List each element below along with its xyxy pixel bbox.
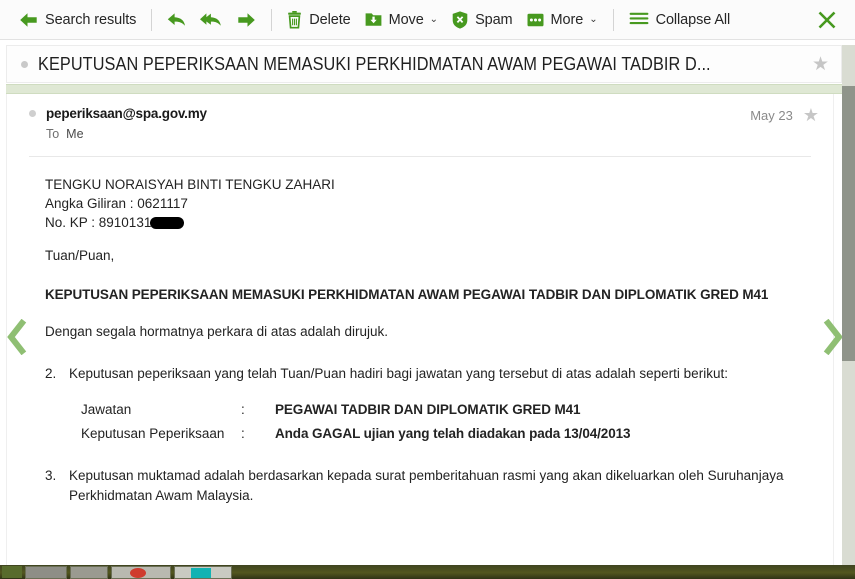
taskbar-item-3-icon (130, 567, 146, 578)
detail-colon-jawatan: : (241, 402, 245, 418)
detail-key-keputusan: Keputusan Peperiksaan (81, 425, 225, 441)
message-pane: peperiksaan@spa.gov.my May 23 ★ To Me TE… (6, 94, 834, 565)
redaction-bar (150, 217, 185, 230)
message-star-icon[interactable]: ★ (803, 106, 819, 124)
shield-x-icon (452, 10, 468, 29)
spam-button[interactable]: Spam (445, 5, 519, 35)
move-label: Move (388, 11, 424, 28)
folder-download-icon (365, 11, 382, 28)
no-kp-value: No. KP : 8910131 (45, 215, 152, 231)
recipient-block: TENGKU NORAISYAH BINTI TENGKU ZAHARI Ang… (45, 175, 811, 232)
subject-header[interactable]: KEPUTUSAN PEPERIKSAAN MEMASUKI PERKHIDMA… (6, 45, 842, 83)
chevron-right-icon (822, 318, 844, 356)
paragraph-2-number: 2. (45, 366, 57, 382)
message-date: May 23 (750, 107, 793, 123)
move-button[interactable]: Move ⌄ (358, 5, 445, 35)
trash-icon (287, 10, 302, 29)
reply-icon (167, 12, 186, 28)
thread-marker-dot (21, 60, 28, 68)
collapse-all-button[interactable]: Collapse All (622, 5, 738, 35)
salutation: Tuan/Puan, (45, 248, 115, 264)
vertical-scrollbar-thumb[interactable] (842, 86, 855, 361)
toolbar-divider-3 (612, 8, 614, 31)
close-x-icon (816, 9, 838, 31)
recipient-row: To Me (29, 127, 817, 141)
detail-row-keputusan: Keputusan Peperiksaan : Anda GAGAL ujian… (81, 424, 811, 444)
detail-value-keputusan: Anda GAGAL ujian yang telah diadakan pad… (275, 425, 631, 441)
to-label: To (46, 127, 60, 141)
header-accent-band (6, 84, 842, 94)
paragraph-2: 2. Keputusan peperiksaan yang telah Tuan… (45, 364, 811, 384)
os-taskbar (0, 565, 855, 579)
sender-address[interactable]: peperiksaan@spa.gov.my (46, 106, 207, 121)
angka-giliran: Angka Giliran : 0621117 (45, 196, 188, 212)
reply-all-icon (200, 12, 223, 28)
message-body: TENGKU NORAISYAH BINTI TENGKU ZAHARI Ang… (7, 157, 833, 565)
dots-icon (527, 13, 544, 27)
toolbar: Search results Delete Move ⌄ Spam More ⌄… (0, 0, 855, 40)
detail-value-jawatan: PEGAWAI TADBIR DAN DIPLOMATIK GRED M41 (275, 402, 581, 418)
chevron-down-icon: ⌄ (429, 13, 439, 25)
paragraph-3-number: 3. (45, 467, 57, 483)
back-to-search-results-button[interactable]: Search results (12, 5, 143, 35)
forward-arrow-icon (237, 12, 256, 28)
more-label: More (550, 11, 584, 28)
spam-label: Spam (475, 11, 513, 28)
forward-button[interactable] (230, 5, 263, 35)
collapse-all-label: Collapse All (655, 11, 731, 28)
paragraph-3-text: Keputusan muktamad adalah berdasarkan ke… (69, 467, 784, 504)
taskbar-item-2[interactable] (70, 565, 108, 579)
paragraph-3: 3. Keputusan muktamad adalah berdasarkan… (45, 466, 811, 507)
detail-row-jawatan: Jawatan : PEGAWAI TADBIR DAN DIPLOMATIK … (81, 400, 811, 420)
message-header: peperiksaan@spa.gov.my May 23 ★ To Me (7, 94, 833, 146)
taskbar-item-3[interactable] (111, 565, 171, 579)
chevron-down-icon-more: ⌄ (589, 13, 598, 25)
subject-star-icon[interactable]: ★ (812, 55, 829, 74)
back-label: Search results (45, 11, 137, 28)
arrow-left-icon (19, 12, 38, 28)
message-header-right: May 23 ★ (750, 106, 819, 124)
taskbar-item-4-icon (191, 567, 211, 578)
toolbar-divider-1 (151, 8, 153, 31)
email-reader-window: Search results Delete Move ⌄ Spam More ⌄… (0, 0, 855, 579)
more-button[interactable]: More ⌄ (520, 5, 605, 35)
message-marker-dot (29, 110, 36, 117)
delete-label: Delete (309, 11, 351, 28)
detail-colon-keputusan: : (241, 425, 245, 441)
taskbar-item-1[interactable] (25, 565, 67, 579)
reply-button[interactable] (160, 5, 193, 35)
intro-paragraph: Dengan segala hormatnya perkara di atas … (45, 323, 388, 339)
sender-row: peperiksaan@spa.gov.my (29, 106, 817, 121)
taskbar-start-button[interactable] (2, 566, 22, 578)
paragraph-2-text: Keputusan peperiksaan yang telah Tuan/Pu… (69, 366, 728, 382)
close-button[interactable] (809, 5, 845, 35)
to-value: Me (66, 127, 84, 141)
toolbar-divider-2 (271, 8, 273, 31)
previous-message-button[interactable] (2, 315, 32, 359)
taskbar-item-4[interactable] (174, 565, 232, 579)
reply-all-button[interactable] (193, 5, 230, 35)
result-details: Jawatan : PEGAWAI TADBIR DAN DIPLOMATIK … (45, 400, 811, 444)
hamburger-icon (629, 12, 649, 27)
letter-title: KEPUTUSAN PEPERIKSAAN MEMASUKI PERKHIDMA… (45, 286, 769, 302)
delete-button[interactable]: Delete (280, 5, 357, 35)
detail-key-jawatan: Jawatan (81, 402, 132, 418)
no-kp-line: No. KP : 8910131 (45, 213, 811, 232)
chevron-left-icon (6, 318, 28, 356)
recipient-name: TENGKU NORAISYAH BINTI TENGKU ZAHARI (45, 177, 335, 192)
page-title: KEPUTUSAN PEPERIKSAAN MEMASUKI PERKHIDMA… (38, 53, 711, 74)
